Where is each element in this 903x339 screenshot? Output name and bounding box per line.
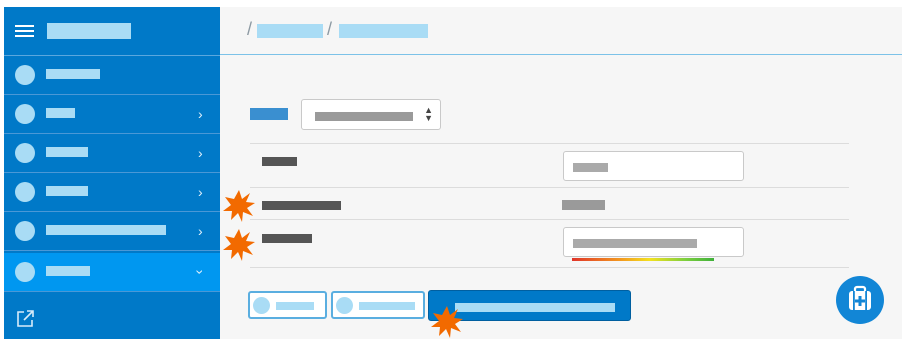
sidebar-item-label: [46, 108, 75, 118]
select-value: [315, 112, 413, 121]
sort-arrows-icon: ▲ ▼: [424, 105, 433, 123]
sidebar-item-5[interactable]: ›: [4, 212, 220, 251]
readonly-value: [562, 200, 605, 210]
input-value: [573, 239, 697, 248]
circle-icon: [15, 143, 35, 163]
sidebar-item-label: [46, 225, 166, 235]
marker-burst-icon: [223, 229, 255, 261]
marker-burst-icon: [223, 190, 255, 222]
sidebar-item-label: [46, 69, 100, 79]
sidebar-item-label: [46, 186, 88, 196]
password-input[interactable]: [563, 227, 744, 257]
divider: [250, 219, 849, 220]
circle-icon: [15, 182, 35, 202]
sidebar-item-label: [46, 266, 90, 276]
divider: [250, 187, 849, 188]
password-strength-meter: [572, 258, 714, 261]
button-label: [455, 303, 615, 312]
external-link-icon[interactable]: [15, 309, 35, 329]
sidebar-item-3[interactable]: ›: [4, 134, 220, 173]
row-label: [262, 201, 341, 210]
sidebar-header: [4, 7, 220, 56]
sidebar-item-1[interactable]: [4, 56, 220, 95]
hamburger-icon[interactable]: [15, 25, 34, 39]
breadcrumb-separator: /: [247, 19, 253, 39]
circle-icon: [15, 221, 35, 241]
chevron-right-icon: ›: [198, 184, 203, 200]
select-dropdown[interactable]: ▲ ▼: [301, 99, 441, 130]
breadcrumb-item[interactable]: [339, 24, 428, 38]
sidebar-item-2[interactable]: ›: [4, 95, 220, 134]
button-label: [359, 302, 415, 310]
breadcrumb: / /: [220, 7, 902, 55]
chevron-right-icon: ›: [198, 145, 203, 161]
sidebar: › › › › ›: [4, 7, 220, 339]
chevron-down-icon: ›: [192, 269, 209, 275]
chevron-right-icon: ›: [198, 106, 203, 122]
outline-button-1[interactable]: [248, 291, 327, 319]
circle-icon: [15, 104, 35, 124]
first-aid-kit-button[interactable]: [836, 276, 884, 324]
circle-icon: [15, 262, 35, 282]
row-label: [262, 234, 312, 243]
app-window: › › › › › / / ▲ ▼: [4, 7, 902, 339]
circle-icon: [253, 297, 270, 314]
main-content: / / ▲ ▼: [220, 7, 902, 339]
chevron-right-icon: ›: [198, 223, 203, 239]
outline-button-2[interactable]: [331, 291, 425, 319]
first-aid-kit-icon: [849, 285, 871, 310]
breadcrumb-item[interactable]: [257, 24, 323, 38]
text-input[interactable]: [563, 151, 744, 181]
circle-icon: [336, 297, 353, 314]
button-label: [276, 302, 314, 310]
marker-burst-icon: [431, 306, 463, 338]
sidebar-item-4[interactable]: ›: [4, 173, 220, 212]
divider: [250, 267, 849, 268]
sidebar-item-6[interactable]: ›: [4, 253, 220, 292]
circle-icon: [15, 65, 35, 85]
sidebar-item-label: [46, 147, 88, 157]
divider: [250, 143, 849, 144]
row-label: [262, 157, 297, 166]
select-label: [250, 108, 288, 120]
app-title: [47, 23, 131, 39]
breadcrumb-separator: /: [327, 19, 333, 39]
input-value: [573, 163, 608, 172]
